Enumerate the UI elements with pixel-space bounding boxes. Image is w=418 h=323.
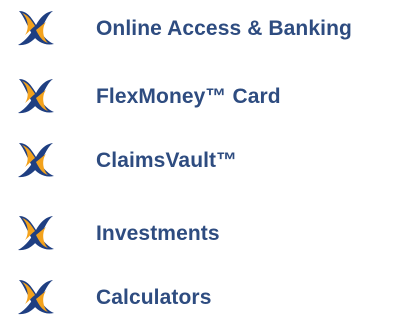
menu-item-label: FlexMoney™ Card <box>96 85 281 108</box>
x-logo-icon <box>18 280 54 315</box>
menu-item-claimsvault[interactable]: ClaimsVault™ <box>0 136 418 186</box>
menu-item-investments[interactable]: Investments <box>0 209 418 259</box>
x-logo-icon <box>18 143 54 178</box>
x-logo-icon <box>18 216 54 251</box>
menu-item-online-access-banking[interactable]: Online Access & Banking <box>0 4 418 54</box>
x-logo-icon <box>18 11 54 46</box>
feature-link-list: Online Access & Banking FlexMoney™ Card … <box>0 0 418 318</box>
menu-item-label: ClaimsVault™ <box>96 149 238 172</box>
menu-item-label: Online Access & Banking <box>96 17 352 40</box>
menu-item-flexmoney-card[interactable]: FlexMoney™ Card <box>0 72 418 122</box>
menu-item-calculators[interactable]: Calculators <box>0 273 418 323</box>
x-logo-icon <box>18 79 54 114</box>
menu-item-label: Calculators <box>96 286 212 309</box>
menu-item-label: Investments <box>96 222 220 245</box>
